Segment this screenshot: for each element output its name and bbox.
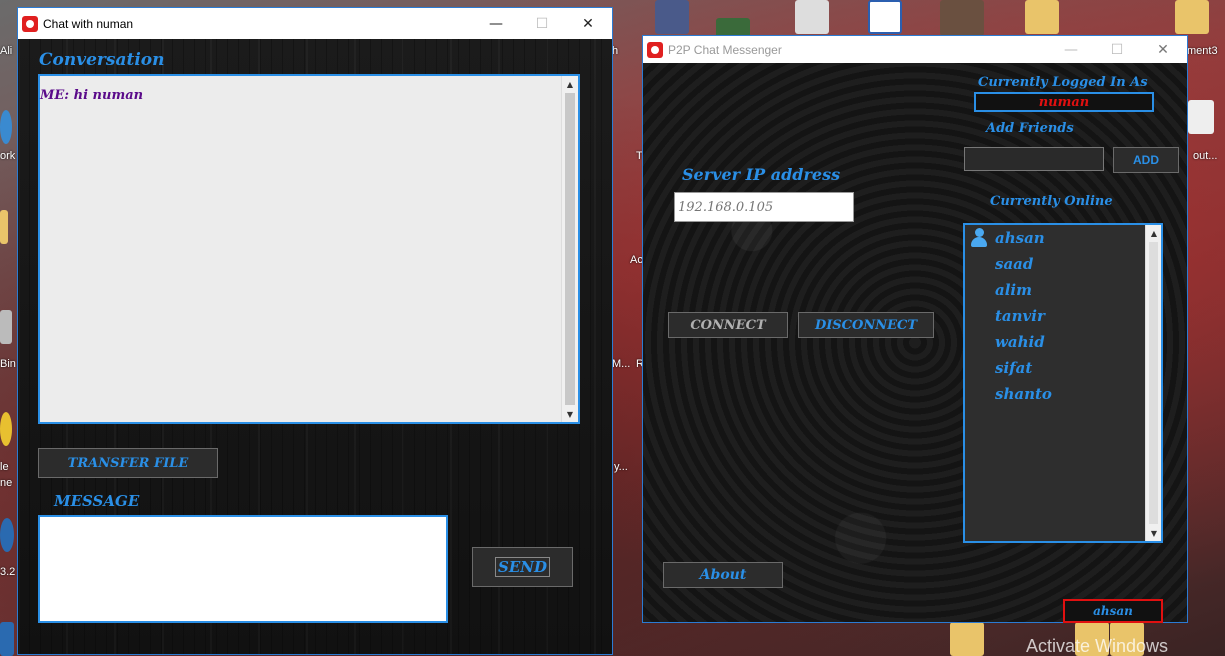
desktop-label: Ac [630,254,643,266]
disconnect-button[interactable]: DISCONNECT [798,312,934,338]
add-friends-label: Add Friends [986,121,1074,136]
send-button[interactable]: SEND [495,557,550,577]
user-avatar-icon [971,228,987,248]
online-label: Currently Online [990,194,1113,209]
desktop-label: 3.2 [0,566,16,578]
recycle-bin-icon[interactable] [0,310,12,344]
desktop-icon-photo[interactable] [940,0,984,36]
conversation-line: ME: hi numan [40,88,144,103]
maximize-icon[interactable]: ☐ [1094,36,1140,63]
message-label: MESSAGE [54,492,140,510]
status-user-box: ahsan [1063,599,1163,623]
online-user-item[interactable]: shanto [995,385,1052,403]
desktop-icon-folder[interactable] [1025,0,1059,34]
online-user-item[interactable]: saad [995,255,1033,273]
send-button-frame[interactable]: SEND [472,547,573,587]
desktop-label: ork [0,150,16,162]
online-user-item[interactable]: ahsan [995,229,1045,247]
desktop-icon-diagram[interactable] [795,0,829,34]
transfer-file-button[interactable]: TRANSFER FILE [38,448,218,478]
desktop-icon-folder[interactable] [655,0,689,34]
online-user-item[interactable]: wahid [995,333,1045,351]
close-icon[interactable]: ✕ [1140,36,1186,63]
server-ip-input[interactable] [674,192,854,222]
p2p-window: P2P Chat Messenger — ☐ ✕ Currently Logge… [642,35,1188,623]
status-user: ahsan [1093,604,1133,618]
conversation-scrollbar[interactable]: ▲ ▼ [561,76,578,422]
add-friend-input[interactable] [964,147,1104,171]
p2p-titlebar[interactable]: P2P Chat Messenger — ☐ ✕ [643,36,1187,63]
desktop-label: y... [614,461,628,473]
desktop-icon-folder[interactable] [0,210,8,244]
desktop-icon-folder[interactable] [1175,0,1209,34]
desktop-label: ment3 [1187,45,1218,57]
scroll-thumb[interactable] [565,93,575,405]
online-user-item[interactable]: alim [995,281,1032,299]
add-button[interactable]: ADD [1113,147,1179,173]
app-icon [647,41,663,58]
scroll-down-icon[interactable]: ▼ [562,406,578,422]
desktop-label: le [0,461,9,473]
message-input[interactable] [38,515,448,623]
online-user-item[interactable]: sifat [995,359,1032,377]
online-user-item[interactable]: tanvir [995,307,1045,325]
window-title: Chat with numan [43,16,134,31]
desktop-icon-blue[interactable] [0,622,14,656]
logged-in-user-box: numan [974,92,1154,112]
logged-in-label: Currently Logged In As [978,75,1148,90]
desktop-icon-document[interactable] [1188,100,1214,134]
desktop-label: M... [612,358,631,370]
conversation-textarea[interactable]: ME: hi numan ▲ ▼ [38,74,580,424]
desktop-label: Bin [0,358,16,370]
online-list-scrollbar[interactable]: ▲ ▼ [1145,225,1161,541]
desktop-icon-folder[interactable] [950,622,984,656]
server-ip-label: Server IP address [682,165,841,184]
scroll-up-icon[interactable]: ▲ [1146,225,1162,241]
chat-titlebar[interactable]: Chat with numan — ☐ ✕ [18,8,612,39]
connect-button[interactable]: CONNECT [668,312,788,338]
minimize-icon[interactable]: — [1048,36,1094,63]
chat-body: Conversation ME: hi numan ▲ ▼ TRANSFER F… [18,39,612,654]
maximize-icon[interactable]: ☐ [519,8,565,39]
activate-windows-watermark: Activate Windows [1026,636,1169,656]
close-icon[interactable]: ✕ [565,8,611,39]
desktop-label: Ali [0,45,13,57]
online-users-list[interactable]: ahsan saad alim tanvir wahid sifat shant… [963,223,1163,543]
chrome-icon[interactable] [0,412,12,446]
minimize-icon[interactable]: — [473,8,519,39]
p2p-body: Currently Logged In As numan Add Friends… [643,63,1187,623]
about-button[interactable]: About [663,562,783,588]
r-icon[interactable] [0,518,14,552]
scroll-thumb[interactable] [1149,242,1158,524]
window-title: P2P Chat Messenger [668,42,782,57]
scroll-up-icon[interactable]: ▲ [562,76,578,92]
desktop-icon-app[interactable] [0,110,12,144]
desktop-icon-word-document[interactable] [868,0,902,34]
conversation-label: Conversation [39,50,165,70]
desktop-label: out... [1193,150,1218,162]
scroll-down-icon[interactable]: ▼ [1146,525,1162,541]
app-icon [22,15,38,32]
logged-in-user: numan [1038,94,1090,110]
chat-window: Chat with numan — ☐ ✕ Conversation ME: h… [17,7,613,655]
desktop-label: ne [0,477,13,489]
